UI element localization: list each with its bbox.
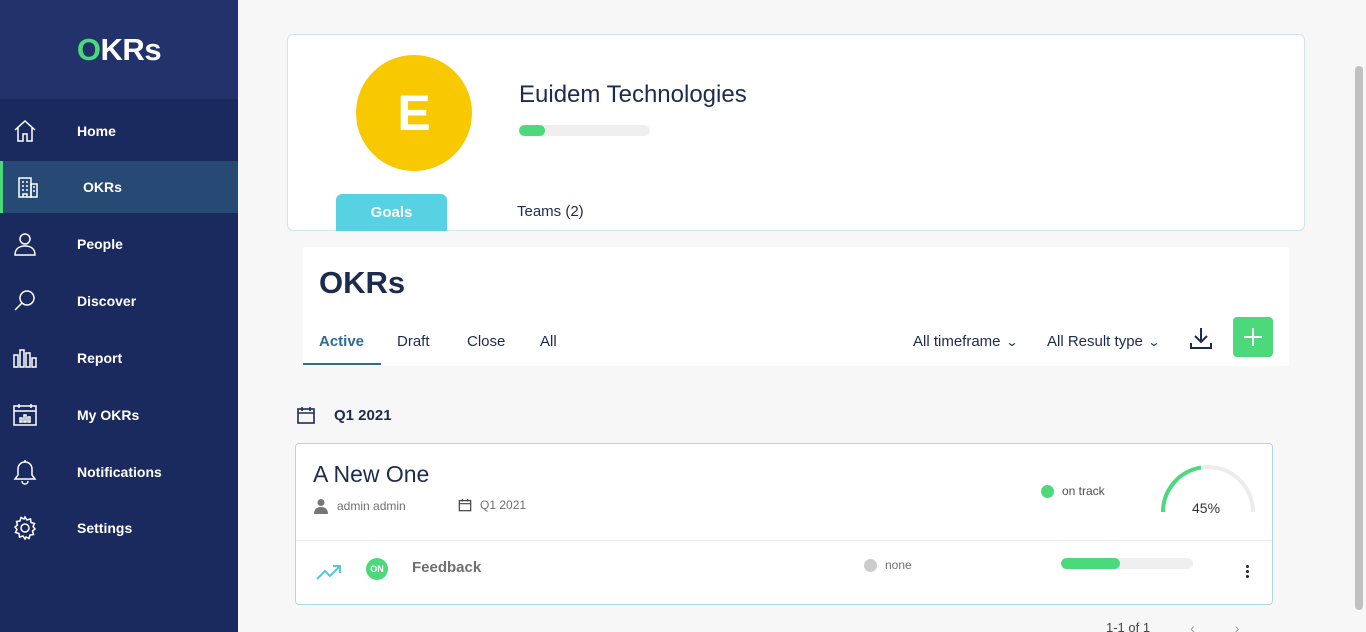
plus-icon	[1244, 328, 1262, 346]
active-tab-underline	[303, 363, 381, 365]
person-icon	[12, 231, 38, 257]
filter-tab-all[interactable]: All	[540, 333, 557, 350]
sidebar-item-label: My OKRs	[77, 407, 140, 423]
timeframe-dropdown-label: All timeframe	[913, 333, 1001, 350]
next-page-icon[interactable]: ›	[1235, 620, 1240, 632]
objective-title[interactable]: A New One	[313, 461, 429, 488]
sidebar-item-settings[interactable]: Settings	[0, 502, 238, 554]
pagination: 1-1 of 1 ‹ ›	[1106, 620, 1239, 632]
home-icon	[12, 118, 38, 144]
quarter-label: Q1 2021	[334, 406, 392, 424]
objective-owner: admin admin	[313, 498, 406, 514]
sidebar-item-label: OKRs	[83, 179, 122, 195]
period-label: Q1 2021	[480, 498, 527, 512]
organization-card: E Euidem Technologies Goals Teams (2)	[287, 34, 1305, 231]
objective-status: on track	[1041, 484, 1105, 498]
pagination-range: 1-1 of 1	[1106, 620, 1151, 632]
filter-tab-active[interactable]: Active	[319, 333, 364, 350]
status-label: none	[885, 558, 912, 572]
calendar-icon	[458, 498, 472, 512]
sidebar-item-people[interactable]: People	[0, 218, 238, 270]
objective-period: Q1 2021	[458, 498, 526, 512]
tab-goals-label: Goals	[370, 204, 413, 221]
status-dot	[1041, 484, 1054, 498]
sidebar-item-discover[interactable]: Discover	[0, 275, 238, 327]
quarter-heading: Q1 2021	[296, 405, 392, 425]
organization-avatar: E	[356, 55, 472, 171]
result-type-dropdown[interactable]: All Result type ⌄	[1047, 333, 1161, 350]
objective-card[interactable]: A New One admin admin Q1 2021 on track 4…	[295, 443, 1273, 605]
download-icon[interactable]	[1188, 325, 1214, 351]
key-result-badge: ON	[366, 558, 388, 580]
trending-up-icon	[316, 565, 341, 580]
sidebar-item-label: People	[77, 236, 123, 252]
filter-tab-draft[interactable]: Draft	[397, 333, 430, 350]
sidebar-item-my-okrs[interactable]: My OKRs	[0, 389, 238, 441]
status-label: on track	[1062, 484, 1105, 498]
key-result-progress-bar	[1061, 558, 1193, 569]
key-result-row[interactable]: ON Feedback none	[296, 541, 1272, 606]
gear-icon	[12, 515, 38, 541]
chevron-down-icon: ⌄	[1005, 334, 1019, 349]
tab-goals[interactable]: Goals	[336, 194, 447, 231]
user-icon	[314, 499, 328, 514]
sidebar-item-label: Notifications	[77, 464, 162, 480]
badge-label: ON	[370, 564, 384, 574]
key-result-progress-fill	[1061, 558, 1121, 569]
add-okr-button[interactable]	[1233, 317, 1273, 357]
organization-progress-bar	[519, 125, 650, 136]
key-result-status: none	[864, 558, 912, 572]
sidebar-item-label: Report	[77, 350, 123, 366]
sidebar-item-label: Settings	[77, 520, 133, 536]
sidebar-item-home[interactable]: Home	[0, 105, 238, 157]
status-dot	[864, 558, 877, 572]
sidebar-item-label: Discover	[77, 293, 137, 309]
calendar-chart-icon	[12, 402, 38, 428]
sidebar-item-okrs[interactable]: OKRs	[0, 161, 238, 213]
app-logo[interactable]: O KRs	[0, 0, 238, 99]
more-options-icon[interactable]	[1240, 561, 1254, 581]
logo-accent: O	[76, 31, 101, 67]
result-type-dropdown-label: All Result type	[1047, 333, 1143, 350]
logo-text: KRs	[100, 31, 162, 67]
organization-progress-fill	[519, 125, 546, 136]
bell-icon	[12, 459, 38, 485]
bar-chart-icon	[12, 345, 38, 371]
tab-teams-label: Teams (2)	[517, 203, 584, 220]
progress-percent: 45%	[1192, 500, 1221, 516]
tab-teams[interactable]: Teams (2)	[517, 203, 584, 220]
organization-name: Euidem Technologies	[519, 81, 747, 108]
page-title: OKRs	[319, 265, 406, 300]
avatar-letter: E	[397, 85, 431, 141]
key-result-name[interactable]: Feedback	[412, 559, 481, 576]
sidebar-item-label: Home	[77, 123, 116, 139]
sidebar: O KRs Home OKRs People Discover Report M…	[0, 0, 238, 632]
sidebar-item-report[interactable]: Report	[0, 332, 238, 384]
building-icon	[15, 174, 41, 200]
search-icon	[12, 288, 38, 314]
page-scrollbar[interactable]	[1355, 66, 1363, 610]
calendar-icon	[297, 407, 315, 424]
owner-name: admin admin	[337, 499, 406, 513]
filter-tab-close[interactable]: Close	[467, 333, 505, 350]
chevron-down-icon: ⌄	[1147, 334, 1161, 349]
sidebar-item-notifications[interactable]: Notifications	[0, 446, 238, 498]
timeframe-dropdown[interactable]: All timeframe ⌄	[913, 333, 1019, 350]
okrs-panel: OKRs Active Draft Close All All timefram…	[303, 247, 1289, 366]
prev-page-icon[interactable]: ‹	[1190, 620, 1195, 632]
